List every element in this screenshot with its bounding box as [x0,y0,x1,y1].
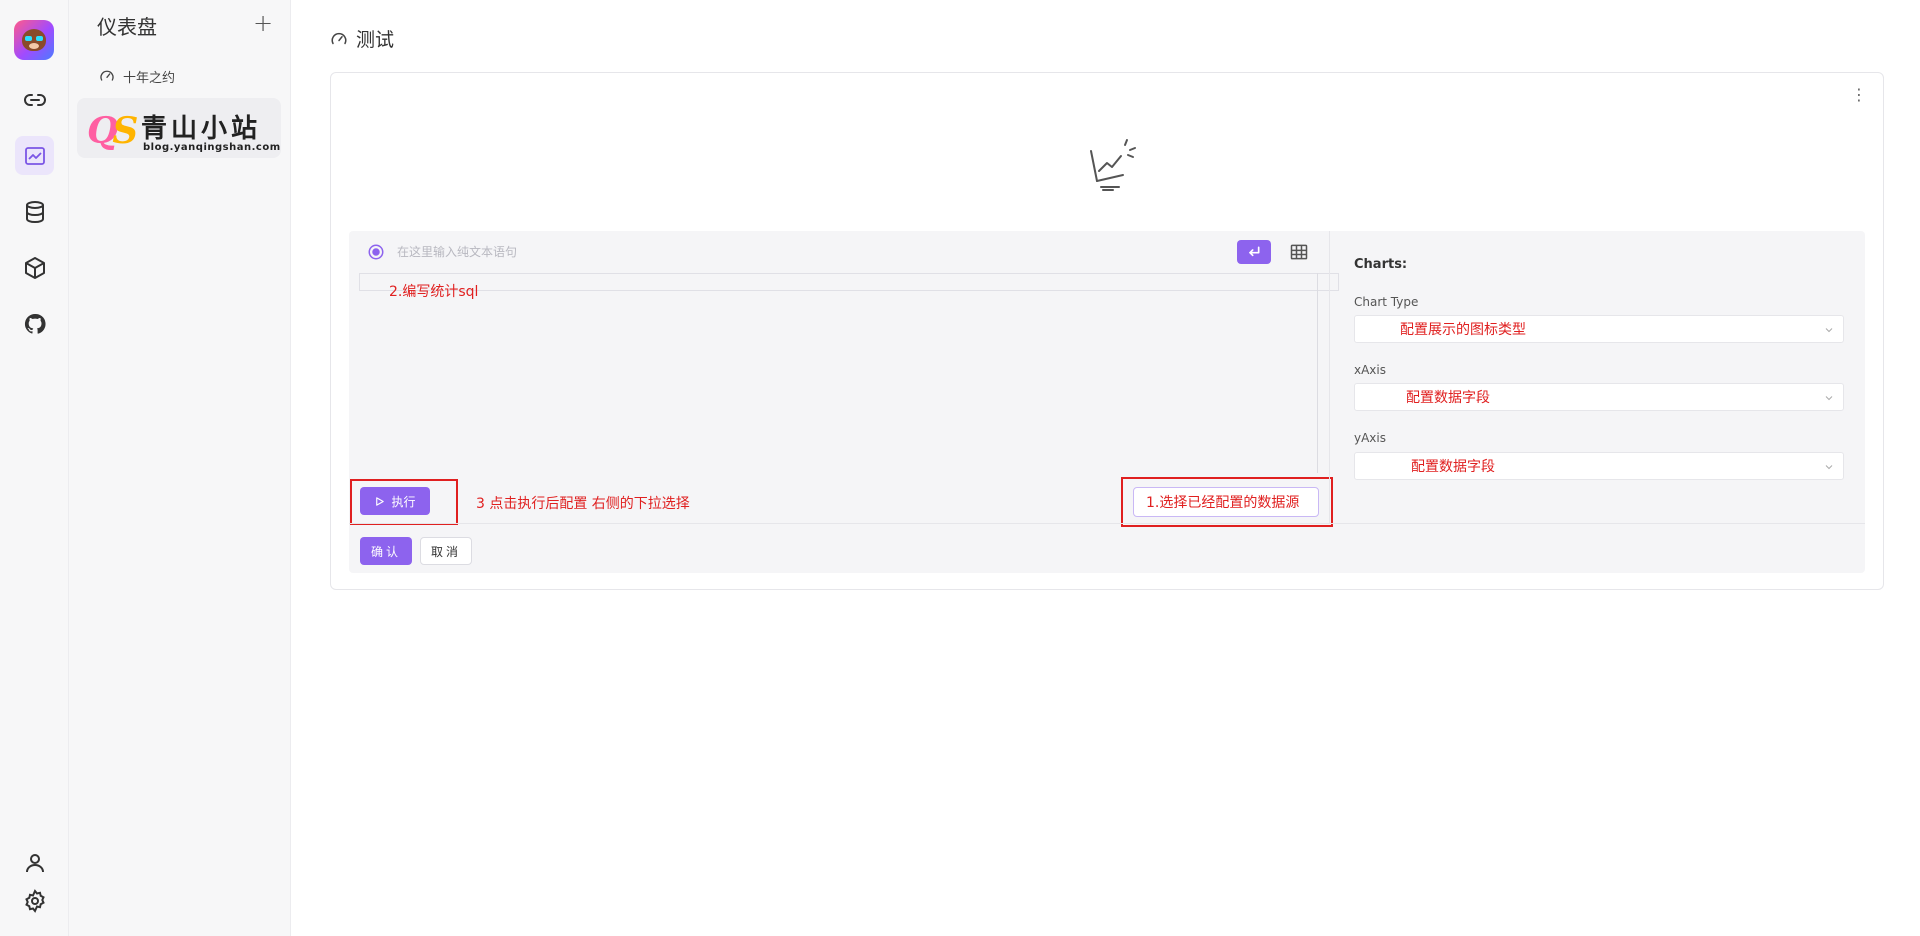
chart-icon[interactable] [15,136,54,175]
link-icon[interactable] [22,87,48,113]
logo-snout [29,43,39,49]
yaxis-value: 配置数据字段 [1411,459,1495,475]
xaxis-label: xAxis [1354,363,1386,377]
database-icon[interactable] [22,199,48,225]
dashboard-gauge-icon [331,32,347,44]
chart-type-value: 配置展示的图标类型 [1400,322,1526,338]
add-dashboard-button[interactable]: + [253,10,273,36]
enter-icon [1249,246,1260,257]
query-pane: 2.编写统计sql 执行 3 点击执行后配置 右侧的下拉选择 1.选择已经配置的… [349,231,1339,527]
chart-type-select[interactable]: 配置展示的图标类型 [1354,315,1844,343]
chevron-down-icon [1825,328,1833,333]
cube-icon[interactable] [22,255,48,281]
brand-mark: QS [87,110,138,152]
yaxis-select[interactable]: 配置数据字段 [1354,452,1844,480]
brand-watermark: QS 青山小站 blog.yanqingshan.com [77,98,281,158]
empty-chart-icon [1090,139,1136,191]
logo-eye-left [25,36,32,41]
user-icon[interactable] [22,850,48,876]
sidebar-item-label: 十年之约 [123,70,176,86]
xaxis-select[interactable]: 配置数据字段 [1354,383,1844,411]
more-menu-icon[interactable]: ⋮ [1851,87,1867,103]
dashboard-panel: 仪表盘 + 十年之约 QS 青山小站 blog.yanqingshan.com [69,0,291,936]
sidebar-item-dashboard[interactable]: 十年之约 [99,65,175,87]
run-button[interactable]: 执行 [360,487,430,515]
charts-config-pane: Charts: Chart Type 配置展示的图标类型 xAxis 配置数据字… [1329,231,1865,523]
charts-title: Charts: [1354,257,1408,272]
github-icon[interactable] [22,311,48,337]
query-input[interactable] [397,240,1197,264]
chart-card: ⋮ 2.编写统计sql 执行 3 点击执行后配置 右侧的下 [330,72,1884,590]
logo-eye-right [36,36,43,41]
query-mode-icon[interactable] [367,243,385,261]
panel-title: 仪表盘 [97,15,157,39]
xaxis-value: 配置数据字段 [1406,390,1490,406]
table-view-icon[interactable] [1289,242,1309,262]
brand-name: 青山小站 [141,114,262,144]
app-logo[interactable] [14,20,54,60]
brand-url: blog.yanqingshan.com [143,142,281,153]
yaxis-label: yAxis [1354,431,1386,445]
query-editor-area: 2.编写统计sql 执行 3 点击执行后配置 右侧的下拉选择 1.选择已经配置的… [349,231,1865,573]
footer-divider [349,523,1865,524]
page-title: 测试 [330,25,394,52]
gear-icon[interactable] [22,888,48,914]
icon-rail [0,0,69,936]
sql-editor[interactable] [359,273,1339,291]
play-icon [376,496,385,506]
cancel-button[interactable]: 取消 [420,537,472,565]
page-title-text: 测试 [356,29,395,51]
datasource-select[interactable]: 1.选择已经配置的数据源 [1133,487,1319,517]
sql-annotation: 2.编写统计sql [389,284,479,300]
query-bar [349,231,1329,273]
chart-type-label: Chart Type [1354,295,1419,309]
datasource-annotation: 1.选择已经配置的数据源 [1146,495,1300,511]
confirm-button[interactable]: 确认 [360,537,412,565]
chevron-down-icon [1825,465,1833,470]
chevron-down-icon [1825,396,1833,401]
editor-scrollbar[interactable] [1317,273,1318,473]
submit-query-button[interactable] [1237,240,1271,264]
dashboard-gauge-icon [100,70,114,81]
run-button-label: 执行 [391,494,416,509]
run-annotation: 3 点击执行后配置 右侧的下拉选择 [476,496,690,512]
